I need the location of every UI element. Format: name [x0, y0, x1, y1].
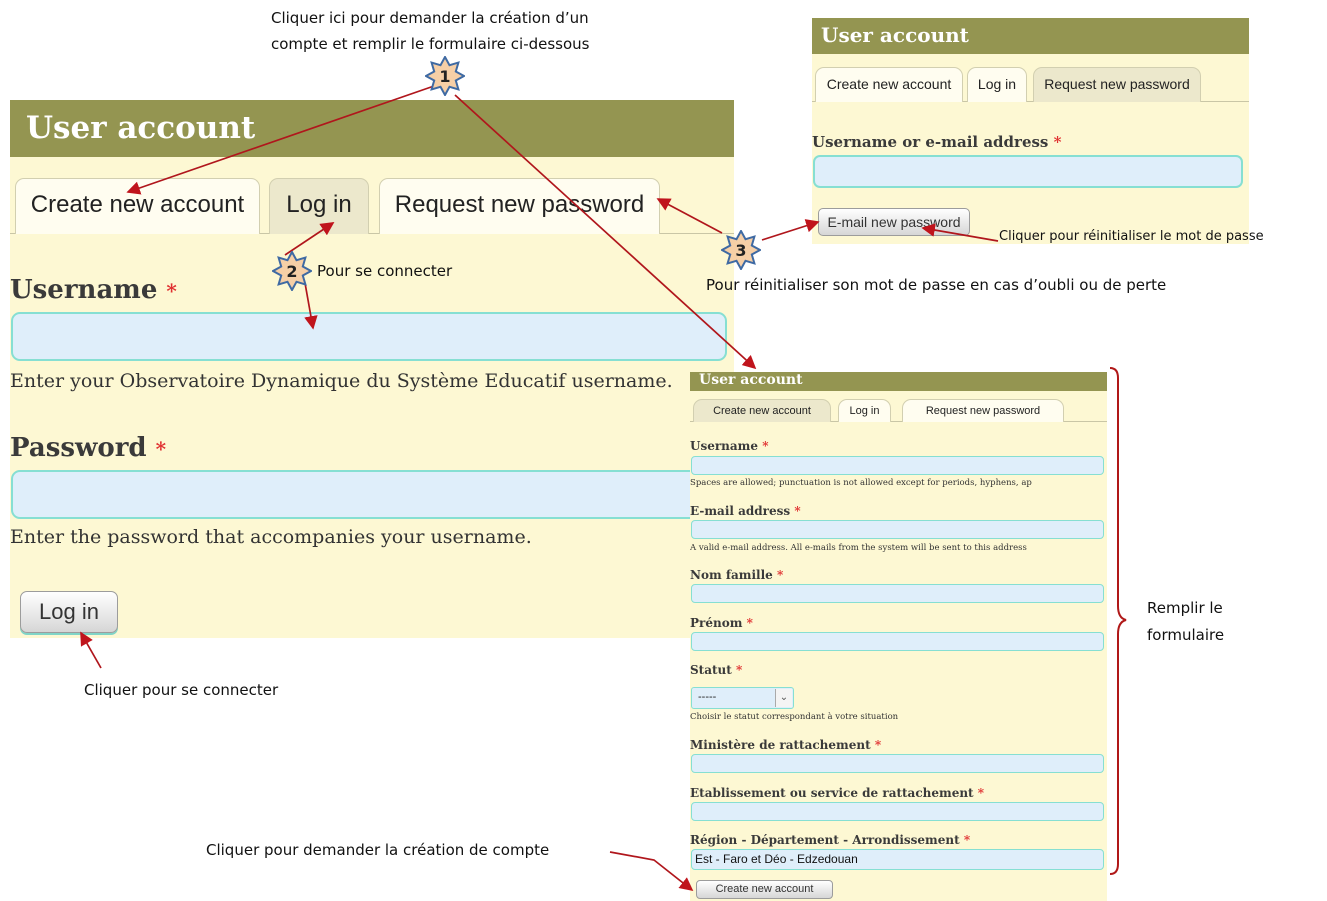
arrow-reset-click-note — [921, 223, 999, 242]
step3-star-icon: 3 — [719, 228, 763, 272]
step2-number: 2 — [286, 261, 298, 281]
step1-star-icon: 1 — [423, 54, 467, 98]
arrow-step1-to-create-tab — [126, 85, 435, 195]
step2-star-icon: 2 — [270, 249, 314, 293]
arrow-step3-to-request-tab — [656, 198, 723, 234]
arrow-login-click-note — [80, 631, 102, 669]
arrow-create-click-note — [609, 851, 694, 892]
step1-number: 1 — [439, 66, 451, 86]
arrow-step1-to-register-form — [454, 94, 757, 370]
step3-number: 3 — [735, 240, 747, 260]
arrow-step3-to-reset-form — [761, 219, 820, 241]
annotation-arrows — [80, 85, 999, 892]
